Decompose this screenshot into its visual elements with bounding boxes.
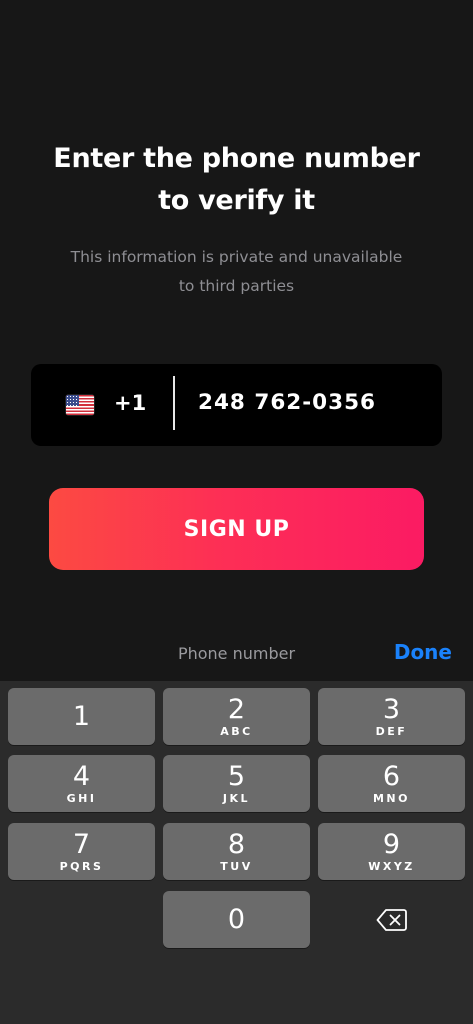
page-title-line-2: to verify it	[158, 185, 315, 216]
delete-key[interactable]	[318, 891, 465, 948]
sign-up-button[interactable]: SIGN UP	[49, 488, 424, 570]
key-1-number: 1	[72, 700, 91, 732]
keyboard-accessory-bar: Phone number Done	[0, 627, 473, 681]
key-3-letters: DEF	[375, 724, 408, 738]
key-8-number: 8	[227, 828, 246, 860]
page-title: Enter the phone number to verify it	[0, 138, 473, 222]
phone-number-value[interactable]: 248 762-0356	[198, 390, 376, 415]
key-7[interactable]: 7 PQRS	[8, 823, 155, 880]
numeric-keypad: 1 2 ABC 3 DEF 4 GHI 5 JKL 6 MNO 7 PQRS 8…	[0, 681, 473, 1024]
key-4[interactable]: 4 GHI	[8, 755, 155, 812]
key-7-number: 7	[72, 828, 91, 860]
key-6-letters: MNO	[372, 791, 410, 805]
key-3-number: 3	[382, 693, 401, 725]
key-2-letters: ABC	[220, 724, 253, 738]
key-5[interactable]: 5 JKL	[163, 755, 310, 812]
backspace-icon	[376, 908, 407, 931]
key-3[interactable]: 3 DEF	[318, 688, 465, 745]
key-8-letters: TUV	[220, 859, 253, 873]
key-5-number: 5	[227, 760, 246, 792]
key-4-letters: GHI	[66, 791, 97, 805]
key-6[interactable]: 6 MNO	[318, 755, 465, 812]
subtitle-line-2: to third parties	[178, 277, 295, 295]
us-flag-icon[interactable]	[66, 395, 94, 415]
key-7-letters: PQRS	[59, 859, 104, 873]
flag-canton	[66, 395, 79, 406]
key-9-letters: WXYZ	[368, 859, 415, 873]
page-title-line-1: Enter the phone number	[53, 143, 420, 174]
key-9[interactable]: 9 WXYZ	[318, 823, 465, 880]
key-0[interactable]: 0	[163, 891, 310, 948]
verify-phone-screen: Enter the phone number to verify it This…	[0, 0, 473, 1024]
key-6-number: 6	[382, 760, 401, 792]
key-9-number: 9	[382, 828, 401, 860]
key-8[interactable]: 8 TUV	[163, 823, 310, 880]
done-button[interactable]: Done	[394, 640, 452, 664]
key-0-number: 0	[227, 903, 246, 935]
subtitle-line-1: This information is private and unavaila…	[70, 248, 403, 266]
key-1[interactable]: 1	[8, 688, 155, 745]
key-4-number: 4	[72, 760, 91, 792]
country-code[interactable]: +1	[114, 391, 146, 415]
key-2[interactable]: 2 ABC	[163, 688, 310, 745]
key-5-letters: JKL	[222, 791, 251, 805]
input-divider	[173, 376, 175, 430]
phone-input-field[interactable]: +1 248 762-0356	[31, 364, 442, 446]
page-subtitle: This information is private and unavaila…	[40, 243, 433, 301]
key-2-number: 2	[227, 693, 246, 725]
